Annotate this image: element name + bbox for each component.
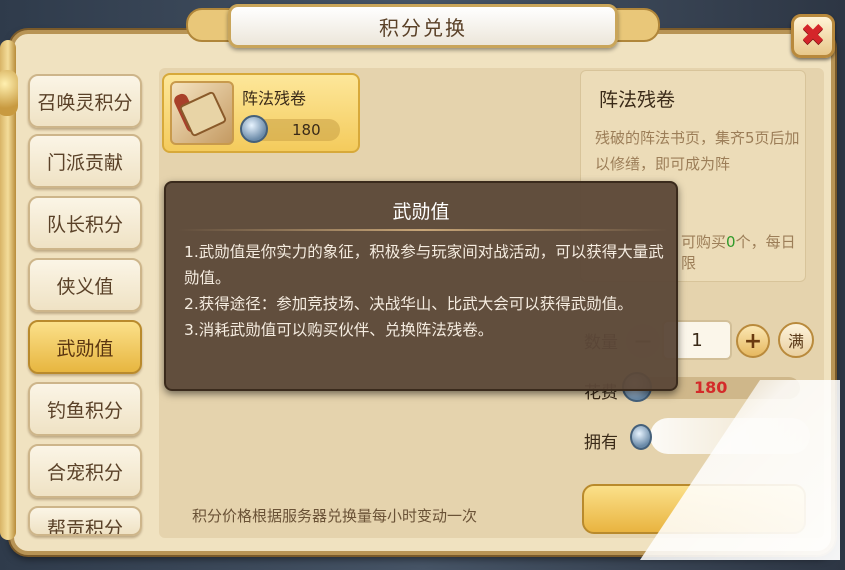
detail-description: 残破的阵法书页，集齐5页后加以修缮，即可成为阵 [595, 129, 800, 173]
scroll-icon [170, 81, 234, 145]
tab-captain-points[interactable]: 队长积分 [28, 196, 142, 250]
tab-merit[interactable]: 武勋值 [28, 320, 142, 374]
purchase-limit: 可购买0个，每日限 [681, 231, 805, 273]
tooltip-line: 2.获得途径：参加竞技场、决战华山、比武大会可以获得武勋值。 [184, 295, 633, 313]
price-notice: 积分价格根据服务器兑换量每小时变动一次 [192, 507, 478, 525]
tooltip-divider [178, 229, 668, 231]
cost-value: 180 [694, 378, 728, 397]
window-title: 积分兑换 [379, 15, 467, 40]
plus-button[interactable]: + [736, 324, 770, 358]
tooltip-line: 3.消耗武勋值可以购买伙伴、兑换阵法残卷。 [184, 321, 494, 339]
tab-summon-points[interactable]: 召唤灵积分 [28, 74, 142, 128]
item-name: 阵法残卷 [242, 89, 307, 108]
tooltip-line: 1.武勋值是你实力的象征，积极参与玩家间对战活动，可以获得大量武勋值。 [184, 243, 664, 287]
tab-pet-merge-points[interactable]: 合宠积分 [28, 444, 142, 498]
tab-fishing-points[interactable]: 钓鱼积分 [28, 382, 142, 436]
close-button[interactable]: ✖ [791, 14, 835, 58]
detail-title: 阵法残卷 [599, 89, 676, 111]
limit-prefix: 可购买 [681, 233, 727, 251]
tab-chivalry[interactable]: 侠义值 [28, 258, 142, 312]
item-card[interactable]: 阵法残卷 180 [162, 73, 360, 153]
tooltip-body: 1.武勋值是你实力的象征，积极参与玩家间对战活动，可以获得大量武勋值。 2.获得… [184, 239, 664, 343]
close-icon: ✖ [800, 18, 826, 53]
medal-icon [630, 424, 652, 450]
tab-sect-contribution[interactable]: 门派贡献 [28, 134, 142, 188]
merit-tooltip: 武勋值 1.武勋值是你实力的象征，积极参与玩家间对战活动，可以获得大量武勋值。 … [164, 181, 678, 391]
owned-label: 拥有 [584, 433, 618, 453]
max-button[interactable]: 满 [778, 322, 814, 358]
title-banner: 积分兑换 [228, 4, 618, 48]
limit-count: 0 [726, 233, 736, 251]
item-price: 180 [292, 121, 321, 139]
tooltip-title: 武勋值 [392, 201, 450, 223]
tab-guild-points[interactable]: 帮贡积分 [28, 506, 142, 536]
left-scroll-knob [0, 70, 18, 116]
medal-icon [240, 115, 268, 143]
